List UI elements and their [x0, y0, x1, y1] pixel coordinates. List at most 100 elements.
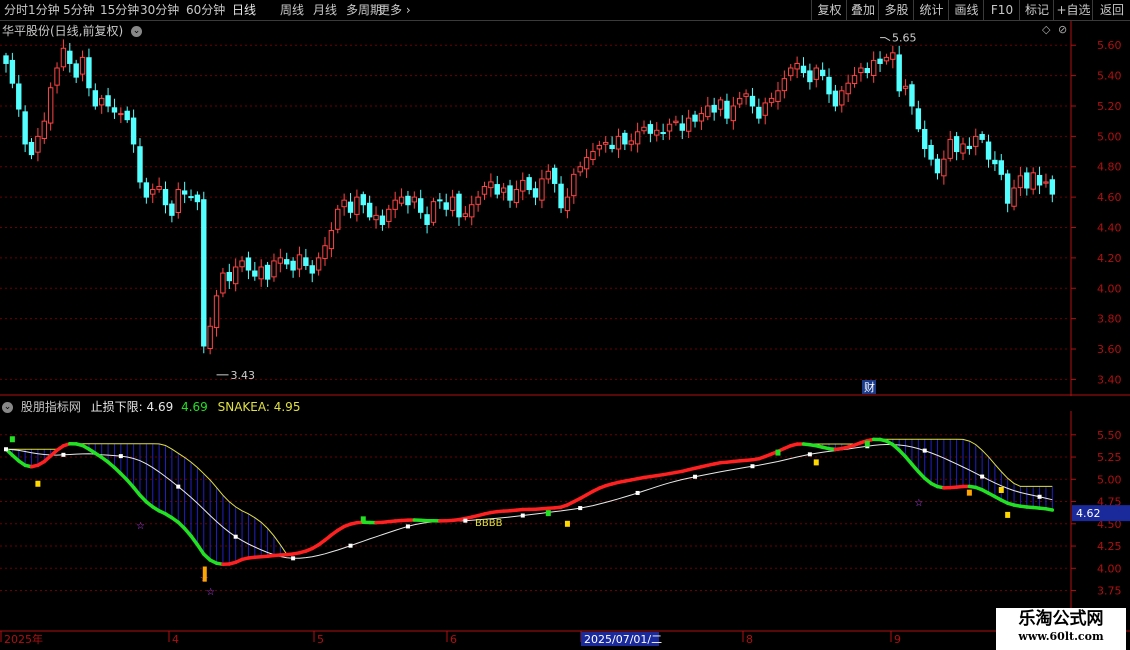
- candle-body: [705, 105, 711, 118]
- candlestick-chart[interactable]: 5.60 5.40 5.20 5.00 4.80 4.60 4.40 4.20 4.00 3.80…: [0, 21, 1130, 396]
- indicator-chart[interactable]: 5.505.255.004.754.504.254.003.75☆☆☆☆BBBB…: [0, 411, 1130, 631]
- date-label: 9: [894, 633, 901, 646]
- candle-body: [86, 57, 92, 89]
- candle-body: [839, 90, 845, 106]
- toolbar-button-7[interactable]: +自选: [1053, 0, 1093, 20]
- candle-body: [794, 62, 800, 70]
- candle-body: [354, 196, 360, 215]
- slow-marker: [4, 447, 8, 452]
- candle-body: [443, 202, 449, 210]
- high-label: 5.65: [892, 32, 917, 45]
- toolbar-button-4[interactable]: 画线: [948, 0, 984, 20]
- y-tick-label: 3.40: [1097, 373, 1122, 386]
- signal-marker: [545, 510, 551, 517]
- period-tab-5[interactable]: 60分钟: [186, 0, 225, 20]
- signal-marker: [998, 486, 1004, 493]
- period-tab-6[interactable]: 日线: [232, 0, 256, 20]
- candle-body: [303, 257, 309, 266]
- candle-body: [641, 126, 647, 132]
- toolbar-button-5[interactable]: F10: [983, 0, 1020, 20]
- slow-marker: [807, 452, 812, 457]
- candle-body: [449, 196, 456, 211]
- candle-body: [845, 82, 851, 95]
- low-label: 3.43: [231, 369, 256, 382]
- candle-body: [615, 135, 622, 150]
- candle-body: [47, 87, 54, 124]
- period-tab-10[interactable]: 更多 ›: [378, 0, 411, 20]
- period-tab-3[interactable]: 15分钟: [100, 0, 139, 20]
- star-marker: ☆: [914, 498, 923, 509]
- slow-marker: [1037, 494, 1042, 499]
- date-label: 4: [172, 633, 179, 646]
- period-tab-1[interactable]: 1分钟: [28, 0, 60, 20]
- slow-marker: [980, 474, 985, 479]
- star-marker: ☆: [206, 587, 215, 598]
- candle-body: [424, 214, 430, 225]
- toolbar-button-6[interactable]: 标记: [1019, 0, 1054, 20]
- candle-body: [398, 196, 405, 204]
- candle-body: [1043, 181, 1049, 184]
- period-tab-0[interactable]: 分时: [4, 0, 28, 20]
- date-label: 2025年: [4, 632, 43, 646]
- y-tick-label: 4.00: [1097, 282, 1122, 295]
- candle-body: [973, 135, 979, 147]
- candle-body: [220, 272, 226, 294]
- y-tick-label: 3.80: [1097, 313, 1122, 326]
- cloud-upper-line: [6, 438, 1053, 555]
- period-tab-7[interactable]: 周线: [280, 0, 304, 20]
- y-tick-label: 5.40: [1097, 70, 1122, 83]
- signal-marker: [9, 436, 15, 443]
- diamond-icon: ◇: [1042, 23, 1051, 36]
- candle-body: [1004, 173, 1011, 204]
- slow-marker: [463, 518, 468, 523]
- candle-body: [551, 167, 558, 184]
- candle-body: [188, 196, 194, 199]
- snake-segment: [1044, 507, 1055, 512]
- candle-body: [111, 107, 118, 113]
- candle-body: [749, 95, 756, 107]
- candle-body: [150, 189, 156, 195]
- candle-body: [934, 158, 941, 174]
- candle-body: [583, 157, 590, 170]
- slow-marker: [61, 452, 66, 457]
- candle-body: [60, 47, 67, 68]
- date-label: 2025/07/01/二: [584, 633, 662, 646]
- candle-body: [507, 185, 513, 201]
- candle-body: [1017, 175, 1024, 189]
- period-tab-9[interactable]: 多周期: [346, 0, 382, 20]
- candle-body: [213, 295, 220, 329]
- toolbar-button-2[interactable]: 多股: [878, 0, 914, 20]
- candle-body: [819, 69, 826, 77]
- toolbar-button-0[interactable]: 复权: [811, 0, 847, 20]
- candle-body: [870, 59, 877, 76]
- candle-body: [341, 199, 347, 208]
- candle-body: [864, 68, 870, 74]
- toolbar-button-8[interactable]: 返回: [1092, 0, 1130, 20]
- candle-body: [660, 132, 666, 135]
- candle-body: [207, 325, 213, 350]
- candle-body: [1036, 174, 1043, 186]
- candle-body: [35, 135, 41, 153]
- candle-body: [654, 129, 660, 136]
- candle-body: [373, 214, 379, 221]
- candle-body: [711, 104, 717, 113]
- candle-body: [985, 141, 992, 160]
- period-tab-8[interactable]: 月线: [313, 0, 337, 20]
- y-tick-label: 4.20: [1097, 252, 1122, 265]
- candle-body: [634, 131, 641, 145]
- candle-body: [858, 67, 864, 74]
- candle-body: [909, 84, 915, 107]
- candle-body: [41, 120, 47, 139]
- orange-bar: [202, 566, 207, 582]
- toolbar-button-3[interactable]: 统计: [913, 0, 949, 20]
- period-tab-4[interactable]: 30分钟: [140, 0, 179, 20]
- candle-body: [826, 76, 832, 95]
- candle-body: [558, 183, 564, 209]
- period-tab-2[interactable]: 5分钟: [63, 0, 95, 20]
- site-watermark: 乐淘公式网 www.60lt.com: [996, 608, 1126, 650]
- candle-body: [1024, 172, 1030, 189]
- candle-body: [717, 99, 724, 110]
- candle-body: [386, 208, 392, 222]
- toolbar-button-1[interactable]: 叠加: [846, 0, 879, 20]
- slow-marker: [176, 484, 181, 489]
